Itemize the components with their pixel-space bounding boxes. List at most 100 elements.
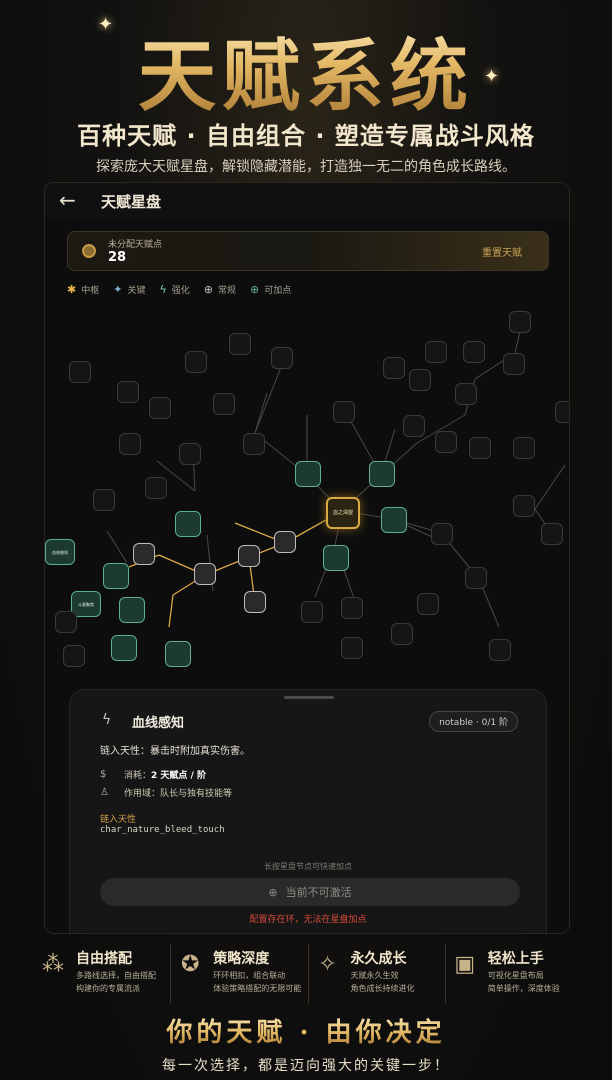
sparkle-icon: ✦ [113, 282, 123, 296]
talent-node[interactable] [341, 597, 363, 619]
feature-item: ⁂ 自由搭配 多路线选择，自由搭配 构建你的专属流派 [34, 944, 172, 1004]
talent-node[interactable] [117, 381, 139, 403]
talent-node-active[interactable] [111, 635, 137, 661]
activate-button[interactable]: ⊕ 当前不可激活 [100, 878, 520, 906]
talent-node[interactable] [383, 357, 405, 379]
legend-item: ✦ 关键 [113, 282, 146, 296]
talent-node[interactable] [213, 393, 235, 415]
talent-detail-sheet: ϟ 血线感知 notable · 0/1 阶 链入天性：暴击时附加真实伤害。 $… [69, 689, 547, 933]
talent-node[interactable] [229, 333, 251, 355]
sheet-drag-handle[interactable] [284, 696, 334, 699]
talent-node[interactable] [271, 347, 293, 369]
talent-node-active[interactable] [381, 507, 407, 533]
sparkle-icon: ✦ [98, 14, 114, 35]
talent-node[interactable] [55, 611, 77, 633]
talent-node[interactable] [69, 361, 91, 383]
plus-circle-icon: ⊕ [249, 282, 260, 296]
talent-node-partial[interactable] [244, 591, 266, 613]
hero-title: 天赋系统 [0, 14, 612, 126]
page-title: 天赋星盘 [101, 193, 162, 211]
talent-node[interactable] [145, 477, 167, 499]
sparkle-icon: ✦ [484, 66, 500, 87]
hero-subtitle: 百种天赋 · 自由组合 · 塑造专属战斗风格 [77, 122, 535, 150]
reset-talents-button[interactable]: 重置天赋 [482, 244, 522, 259]
talent-node-active[interactable] [103, 563, 129, 589]
talent-node-partial[interactable] [133, 543, 155, 565]
legend: ✱ 中枢 ✦ 关键 ϟ 强化 ⊕ 常规 ⊕ 可加点 [67, 281, 291, 297]
hero-description: 探索庞大天赋星盘，解锁隐藏潜能，打造独一无二的角色成长路线。 [96, 159, 516, 175]
feature-item: ✪ 策略深度 环环相扣，组合联动 体验策略搭配的无限可能 [171, 944, 309, 1004]
talent-node[interactable] [243, 433, 265, 455]
unallocated-points-card: 未分配天赋点 28 重置天赋 [67, 231, 549, 271]
back-arrow-icon[interactable]: ← [59, 188, 76, 212]
coin-icon [82, 244, 96, 258]
talent-node-partial[interactable] [238, 545, 260, 567]
talent-node[interactable] [391, 623, 413, 645]
talent-node[interactable] [469, 437, 491, 459]
talent-node[interactable] [513, 437, 535, 459]
talent-node[interactable] [431, 523, 453, 545]
coin-icon: $ [100, 769, 107, 780]
talent-node-active[interactable] [119, 597, 145, 623]
nature-value: char_nature_bleed_touch [100, 825, 225, 835]
talent-node-active[interactable] [175, 511, 201, 537]
nature-label: 链入天性 [100, 815, 137, 825]
points-label: 未分配天赋点 [108, 240, 163, 250]
talent-node[interactable] [465, 567, 487, 589]
feature-item: ▣ 轻松上手 可视化星盘布局 简单操作，深度体验 [446, 944, 582, 1004]
talent-rank-badge: notable · 0/1 阶 [429, 711, 518, 732]
plus-circle-icon: ⊕ [268, 885, 278, 899]
legend-item: ⊕ 常规 [203, 282, 236, 296]
talent-node-active[interactable]: 血线感知 [45, 539, 75, 565]
talent-node[interactable] [119, 433, 141, 455]
talent-node-active[interactable] [369, 461, 395, 487]
talent-node[interactable] [513, 495, 535, 517]
star-badge-icon: ✪ [181, 952, 200, 977]
footer-title: 你的天赋 · 由你决定 [0, 1012, 612, 1049]
talent-node[interactable] [489, 639, 511, 661]
talent-node[interactable] [179, 443, 201, 465]
scope-row: ♙ 作用域：队长与独有技能等 [100, 787, 233, 799]
talent-node-active[interactable] [295, 461, 321, 487]
talent-node-partial[interactable] [194, 563, 216, 585]
talent-node[interactable] [409, 369, 431, 391]
feature-row: ⁂ 自由搭配 多路线选择，自由搭配 构建你的专属流派 ✪ 策略深度 环环相扣，组… [34, 944, 582, 1004]
talent-node[interactable] [301, 601, 323, 623]
tree-links [106, 318, 566, 628]
talent-node[interactable] [149, 397, 171, 419]
screen-icon: ▣ [454, 952, 476, 977]
long-press-hint: 长按星盘节点可快速加点 [264, 862, 352, 871]
talent-node[interactable] [541, 523, 563, 545]
talent-node[interactable] [503, 353, 525, 375]
talent-node[interactable] [417, 593, 439, 615]
cycle-warning: 配置存在环，无法在星盘加点 [249, 915, 367, 925]
talent-node[interactable] [425, 341, 447, 363]
talent-node[interactable] [341, 637, 363, 659]
app-screen: ← 天赋星盘 未分配天赋点 28 重置天赋 ✱ 中枢 ✦ 关键 ϟ 强化 ⊕ 常规 ⊕ 可… [44, 182, 570, 934]
person-icon: ♙ [100, 787, 109, 798]
talent-node[interactable] [455, 383, 477, 405]
cost-row: $ 消耗：2 天赋点 / 阶 [100, 769, 206, 781]
talent-node[interactable] [509, 311, 531, 333]
talent-node-hub[interactable]: 血之渴望 [326, 497, 360, 529]
talent-node[interactable] [555, 401, 569, 423]
talent-node[interactable] [435, 431, 457, 453]
legend-item: ⊕ 可加点 [249, 282, 292, 296]
points-value: 28 [108, 250, 127, 265]
star-icon: ✱ [67, 282, 77, 296]
talent-node[interactable] [403, 415, 425, 437]
plus-circle-icon: ⊕ [203, 282, 213, 296]
talent-tree[interactable]: 血之渴望 血线感知 斗意聚焦 [45, 301, 569, 691]
talent-node-active[interactable] [323, 545, 349, 571]
talent-node[interactable] [185, 351, 207, 373]
nodes-icon: ⁂ [42, 952, 64, 977]
talent-node[interactable] [63, 645, 85, 667]
footer-subtitle: 每一次选择，都是迈向强大的关键一步！ [162, 1058, 450, 1074]
talent-description: 链入天性：暴击时附加真实伤害。 [100, 746, 250, 757]
talent-node[interactable] [93, 489, 115, 511]
talent-node[interactable] [463, 341, 485, 363]
bolt-icon: ϟ [159, 282, 167, 296]
talent-node-partial[interactable] [274, 531, 296, 553]
talent-node-active[interactable] [165, 641, 191, 667]
talent-node[interactable] [333, 401, 355, 423]
